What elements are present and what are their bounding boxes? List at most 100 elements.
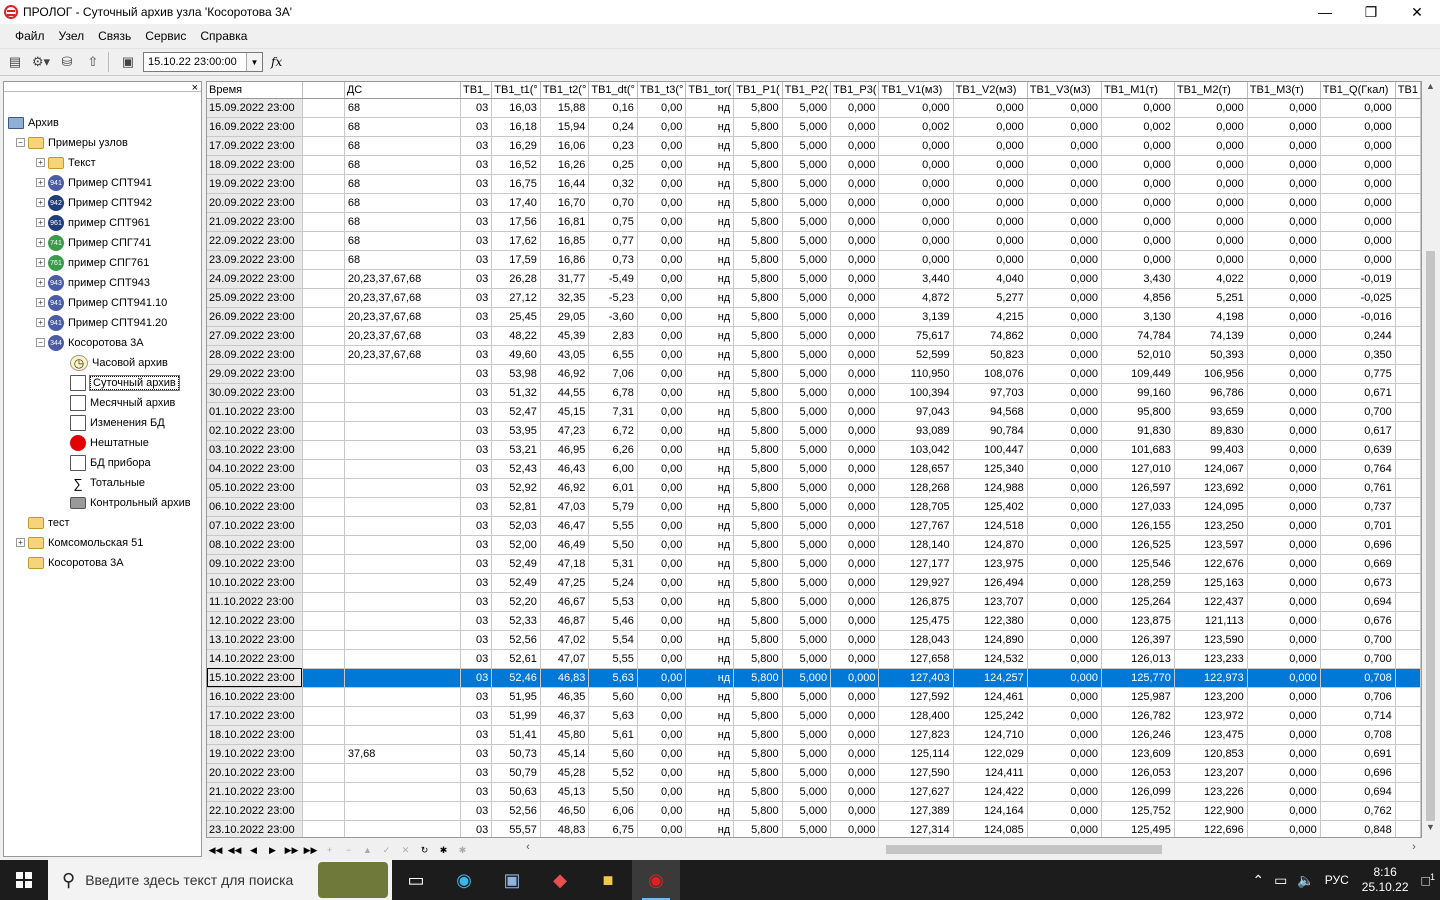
table-cell[interactable]: 5,000	[782, 630, 832, 650]
table-cell[interactable]: 0,000	[830, 364, 880, 384]
table-cell[interactable]: 0,708	[1320, 725, 1396, 745]
table-cell[interactable]: 0,000	[1247, 364, 1321, 384]
table-cell[interactable]: 52,49	[491, 573, 541, 593]
table-cell[interactable]: 128,268	[878, 478, 954, 498]
table-cell[interactable]: 0,000	[1247, 402, 1321, 422]
table-cell[interactable]: 0,000	[1247, 193, 1321, 213]
column-header[interactable]: ТВ1_t3(°	[637, 82, 687, 99]
table-cell[interactable]: 03	[460, 497, 493, 517]
table-cell[interactable]: 74,862	[953, 326, 1028, 346]
language-indicator[interactable]: РУС	[1320, 873, 1354, 887]
expand-icon[interactable]: +	[36, 158, 45, 167]
table-cell[interactable]: 99,403	[1174, 440, 1248, 460]
table-cell[interactable]	[1395, 725, 1421, 745]
table-cell[interactable]: 52,43	[491, 459, 541, 479]
table-cell[interactable]: -3,60	[588, 307, 638, 327]
computer-icon[interactable]: ▣	[117, 51, 139, 73]
table-cell[interactable]: 03	[460, 345, 493, 365]
table-cell[interactable]: 18.09.2022 23:00	[207, 155, 303, 175]
table-cell[interactable]: 04.10.2022 23:00	[207, 459, 303, 479]
table-cell[interactable]: 0,706	[1320, 687, 1396, 707]
table-cell[interactable]: 0,00	[637, 706, 687, 726]
table-cell[interactable]: 0,000	[1247, 573, 1321, 593]
column-header[interactable]: ТВ1_P3(	[830, 82, 880, 99]
table-cell[interactable]: 03	[460, 763, 493, 783]
table-cell[interactable]: 95,800	[1101, 402, 1175, 422]
table-cell[interactable]: 122,900	[1174, 801, 1248, 821]
table-cell[interactable]: 52,03	[491, 516, 541, 536]
table-cell[interactable]	[302, 459, 345, 479]
table-cell[interactable]: 0,000	[1174, 117, 1248, 137]
table-cell[interactable]: нд	[685, 459, 735, 479]
table-cell[interactable]: 26,28	[491, 269, 541, 289]
table-cell[interactable]: 53,95	[491, 421, 541, 441]
table-cell[interactable]: нд	[685, 117, 735, 137]
table-cell[interactable]: 0,00	[637, 174, 687, 194]
table-cell[interactable]: 27,12	[491, 288, 541, 308]
table-cell[interactable]	[302, 516, 345, 536]
table-cell[interactable]: 100,394	[878, 383, 954, 403]
table-cell[interactable]: 127,627	[878, 782, 954, 802]
table-cell[interactable]	[302, 801, 345, 821]
table-cell[interactable]: нд	[685, 706, 735, 726]
table-cell[interactable]: 5,800	[733, 193, 783, 213]
menu-connection[interactable]: Связь	[91, 29, 138, 43]
table-cell[interactable]	[302, 269, 345, 289]
table-cell[interactable]: 0,000	[1027, 288, 1102, 308]
table-cell[interactable]: 20,23,37,67,68	[344, 345, 462, 365]
table-cell[interactable]: 46,95	[540, 440, 590, 460]
table-cell[interactable]: 5,000	[782, 326, 832, 346]
table-cell[interactable]: 5,000	[782, 459, 832, 479]
table-cell[interactable]: 0,000	[1247, 326, 1321, 346]
table-cell[interactable]: 03	[460, 250, 493, 270]
table-cell[interactable]: 68	[344, 98, 462, 118]
table-cell[interactable]: 0,000	[1027, 592, 1102, 612]
table-cell[interactable]: 20,23,37,67,68	[344, 326, 462, 346]
table-cell[interactable]: 5,800	[733, 326, 783, 346]
table-cell[interactable]: 51,41	[491, 725, 541, 745]
chevron-down-icon[interactable]: ▼	[246, 53, 262, 71]
table-cell[interactable]: 126,155	[1101, 516, 1175, 536]
last-record-icon[interactable]: ▶▶	[301, 842, 320, 858]
table-cell[interactable]: 74,139	[1174, 326, 1248, 346]
table-cell[interactable]: 03	[460, 649, 493, 669]
table-row[interactable]: 21.09.2022 23:00 68 03 17,56 16,81 0,75 0,00 нд…	[207, 212, 1421, 232]
table-cell[interactable]: 0,000	[1101, 193, 1175, 213]
table-cell[interactable]: 0,000	[830, 269, 880, 289]
table-cell[interactable]	[1395, 155, 1421, 175]
table-cell[interactable]: 16,86	[540, 250, 590, 270]
tree-item[interactable]: Архив	[8, 114, 59, 132]
tree-item[interactable]: +961 пример СПТ961	[36, 214, 150, 232]
table-cell[interactable]: 123,590	[1174, 630, 1248, 650]
first-record-icon[interactable]: ◀◀	[206, 842, 225, 858]
minimize-button[interactable]: —	[1302, 0, 1348, 24]
table-cell[interactable]	[1395, 535, 1421, 555]
table-cell[interactable]	[1395, 706, 1421, 726]
table-cell[interactable]	[344, 820, 462, 837]
table-cell[interactable]: 0,00	[637, 478, 687, 498]
table-cell[interactable]: 108,076	[953, 364, 1028, 384]
table-cell[interactable]: 121,113	[1174, 611, 1248, 631]
table-cell[interactable]	[1395, 459, 1421, 479]
clock[interactable]: 8:16 25.10.22	[1354, 865, 1417, 895]
table-cell[interactable]: 0,000	[830, 345, 880, 365]
table-row[interactable]: 15.09.2022 23:00 68 03 16,03 15,88 0,16 0,00 нд…	[207, 98, 1421, 118]
table-cell[interactable]: 0,000	[830, 744, 880, 764]
table-cell[interactable]	[302, 687, 345, 707]
table-cell[interactable]: 5,800	[733, 649, 783, 669]
table-cell[interactable]	[302, 383, 345, 403]
next-record-icon[interactable]: ▶	[263, 842, 282, 858]
table-cell[interactable]: 48,83	[540, 820, 590, 837]
table-cell[interactable]: 123,226	[1174, 782, 1248, 802]
table-cell[interactable]: 45,15	[540, 402, 590, 422]
tree-item[interactable]: −344 Косоротова 3А	[36, 334, 144, 352]
table-cell[interactable]: 26.09.2022 23:00	[207, 307, 303, 327]
table-cell[interactable]	[1395, 516, 1421, 536]
table-cell[interactable]: 123,972	[1174, 706, 1248, 726]
table-cell[interactable]: 6,78	[588, 383, 638, 403]
table-cell[interactable]: 5,000	[782, 478, 832, 498]
expand-icon[interactable]: +	[36, 278, 45, 287]
table-cell[interactable]: 0,00	[637, 611, 687, 631]
table-cell[interactable]	[302, 326, 345, 346]
table-cell[interactable]: нд	[685, 345, 735, 365]
